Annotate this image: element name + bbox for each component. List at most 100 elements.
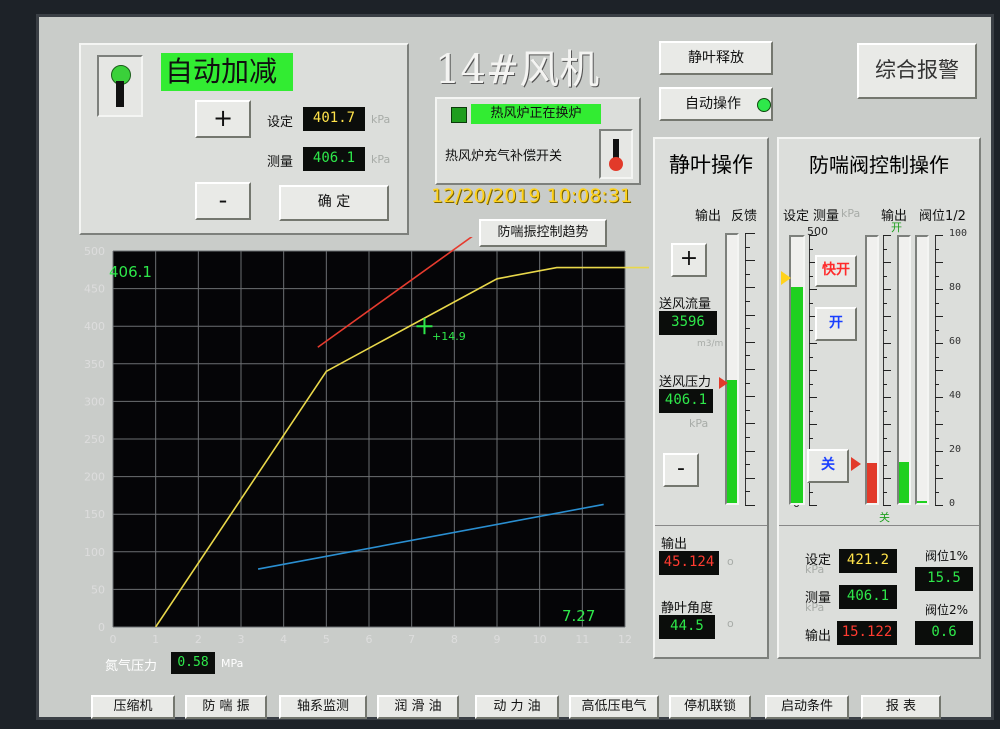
scale-tick	[935, 397, 943, 398]
valve2-pos-label: 阀位2%	[925, 603, 969, 617]
scale-tick	[935, 235, 943, 236]
y-tick-label: 50	[91, 583, 105, 596]
scale-tick	[809, 492, 813, 493]
nitrogen-label: 氮气压力	[105, 659, 158, 674]
press-unit: kPa	[689, 417, 709, 430]
confirm-button[interactable]: 确 定	[279, 185, 389, 221]
surge-meas-unit: kPa	[805, 601, 825, 614]
scale-tick	[745, 274, 750, 275]
surge-open-mark: 开	[891, 221, 902, 234]
nav-button-6[interactable]: 停机联锁	[669, 695, 751, 719]
valve2-pos-value: 0.6	[915, 621, 973, 645]
x-tick-label: 6	[366, 633, 373, 646]
meas-label: 测量	[267, 155, 294, 170]
nav-button-2[interactable]: 轴系监测	[279, 695, 367, 719]
x-tick-label: 7	[408, 633, 415, 646]
valve1-bar	[897, 235, 911, 505]
vane-release-button[interactable]: 静叶释放	[659, 41, 773, 75]
x-tick-label: 9	[494, 633, 501, 646]
hmi-screen: 自动加减 + - 设定 401.7 kPa 测量 406.1 kPa 确 定 1…	[36, 14, 994, 720]
scale-tick	[745, 410, 750, 411]
scale-tick	[935, 262, 943, 263]
scale-tick	[809, 330, 813, 331]
auto-operation-button[interactable]: 自动操作	[659, 87, 773, 121]
y-tick-label: 350	[84, 358, 105, 371]
auto-minus-button[interactable]: -	[195, 182, 251, 220]
y-tick-label: 300	[84, 395, 105, 408]
furnace-switch[interactable]	[599, 129, 633, 179]
vane-fb-label: 反馈	[731, 209, 758, 224]
surge-meas-label: 测量	[813, 209, 840, 224]
alarm-button[interactable]: 综合报警	[857, 43, 977, 99]
vane-feedback-pointer-icon	[719, 376, 728, 389]
scale-tick	[883, 478, 891, 479]
flow-label: 送风流量	[659, 297, 712, 312]
vane-output-fill	[727, 380, 737, 503]
nav-button-5[interactable]: 高低压电气	[569, 695, 659, 719]
nav-button-0[interactable]: 压缩机	[91, 695, 175, 719]
meas-unit: kPa	[371, 153, 391, 166]
x-tick-label: 3	[238, 633, 245, 646]
trend-button[interactable]: 防喘振控制趋势	[479, 219, 607, 247]
scale-tick	[745, 247, 750, 248]
scale-tick	[745, 260, 755, 261]
scale-tick	[883, 357, 887, 358]
scale-tick	[883, 451, 891, 452]
scale-tick	[809, 438, 813, 439]
vane-plus-button[interactable]: +	[671, 243, 707, 277]
surge-set-unit: kPa	[805, 563, 825, 576]
scale-tick	[883, 370, 891, 371]
surge-value-section	[779, 525, 979, 526]
auto-operation-indicator	[757, 98, 771, 112]
scale-tick	[745, 383, 750, 384]
trend-chart: 0 1 2 3 4 5 6 7 8 9 10 11 12050100150200250300350400…	[84, 237, 649, 646]
scale-tick	[883, 235, 891, 236]
scale-tick	[935, 411, 939, 412]
y-tick-label: 500	[84, 245, 105, 258]
nav-button-8[interactable]: 报 表	[861, 695, 941, 719]
scale-tick	[935, 478, 943, 479]
nitrogen-value: 0.58	[171, 652, 215, 674]
y-tick-label: 450	[84, 283, 105, 296]
y-tick-label: 400	[84, 320, 105, 333]
valve1-pos-value: 15.5	[915, 567, 973, 591]
nav-button-4[interactable]: 动 力 油	[475, 695, 559, 719]
chart-panel: 0 1 2 3 4 5 6 7 8 9 10 11 12 0 50 100 150 200 250 300 350 400…	[79, 237, 649, 667]
open-button[interactable]: 开	[815, 307, 857, 341]
scale-tick	[745, 396, 755, 397]
scale-tick	[809, 357, 813, 358]
vane-feedback-scale	[745, 233, 761, 506]
set-label: 设定	[267, 115, 294, 130]
close-button[interactable]: 关	[807, 449, 849, 483]
nav-button-3[interactable]: 润 滑 油	[377, 695, 459, 719]
nav-button-1[interactable]: 防 喘 振	[185, 695, 267, 719]
scale-tick	[935, 384, 939, 385]
setpoint-pointer-icon	[781, 270, 791, 285]
vane-minus-button[interactable]: -	[663, 453, 699, 487]
toggle-stem-icon	[116, 81, 124, 107]
auto-mode-label: 自动加减	[161, 53, 293, 91]
x-tick-label: 1	[152, 633, 159, 646]
scale-tick	[883, 249, 887, 250]
scale-tick	[935, 492, 939, 493]
furnace-switch-label: 热风炉充气补偿开关	[445, 149, 563, 164]
scale-tick	[745, 491, 750, 492]
chart-corner-bottom: 7.27	[562, 607, 596, 625]
vane-angle-label: 静叶角度	[661, 601, 714, 616]
surge-panel-title: 防喘阀控制操作	[809, 153, 949, 177]
scale-tick	[935, 465, 939, 466]
scale-tick	[809, 397, 817, 398]
valve-pos-scale-label: 20	[949, 444, 962, 455]
auto-plus-button[interactable]: +	[195, 100, 251, 138]
scale-tick	[935, 289, 943, 290]
auto-mode-toggle[interactable]	[97, 55, 143, 117]
scale-tick	[809, 505, 817, 506]
valve-pos-scale-label: 40	[949, 390, 962, 401]
nitrogen-unit: MPa	[221, 657, 244, 670]
fast-open-button[interactable]: 快开	[815, 255, 857, 287]
scale-tick	[935, 438, 939, 439]
scale-tick	[883, 492, 887, 493]
scale-tick	[883, 384, 887, 385]
nav-button-7[interactable]: 启动条件	[765, 695, 849, 719]
scale-tick	[883, 316, 891, 317]
